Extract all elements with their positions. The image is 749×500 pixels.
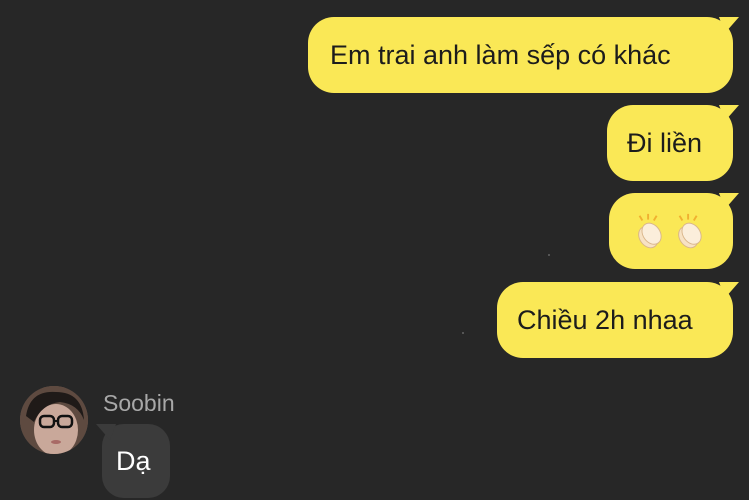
message-text: Dạ xyxy=(116,445,151,476)
background-speck xyxy=(548,254,550,256)
message-text: Đi liền xyxy=(627,127,703,158)
chat-screen: { "chat": { "outgoing_messages": [ {"tex… xyxy=(0,0,749,500)
clapping-hands-icon xyxy=(678,213,702,249)
outgoing-message-bubble[interactable]: Đi liền xyxy=(607,105,733,181)
emoji-group xyxy=(631,212,709,250)
incoming-message-bubble[interactable]: Dạ xyxy=(102,424,170,498)
outgoing-emoji-bubble[interactable] xyxy=(609,193,733,269)
avatar[interactable] xyxy=(20,386,88,454)
message-text: Chiều 2h nhaa xyxy=(517,304,693,335)
outgoing-message-bubble[interactable]: Em trai anh làm sếp có khác xyxy=(308,17,733,93)
background-speck xyxy=(462,332,464,334)
sender-name: Soobin xyxy=(103,390,175,416)
message-text: Em trai anh làm sếp có khác xyxy=(330,39,671,70)
avatar-image xyxy=(20,386,88,454)
clapping-hands-icon xyxy=(638,213,662,249)
outgoing-message-bubble[interactable]: Chiều 2h nhaa xyxy=(497,282,733,358)
